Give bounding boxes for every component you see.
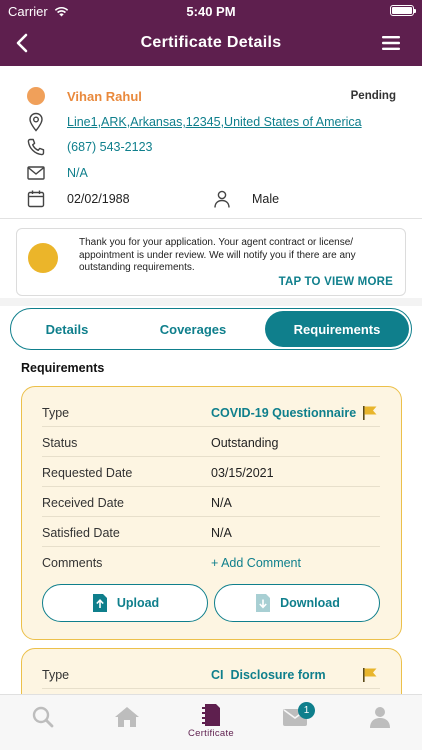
bottom-tab-bar: Certificate 1	[0, 694, 422, 750]
location-pin-icon	[29, 112, 43, 132]
row-value: 03/15/2021	[211, 466, 274, 480]
requirement-row-satisfied-date: Satisfied Date N/A	[42, 517, 380, 547]
profile-dob-row: 02/02/1988 Male	[0, 187, 422, 211]
tab-details[interactable]: Details	[13, 311, 121, 347]
requirement-row-comments: Comments + Add Comment	[42, 547, 380, 577]
flag-icon	[363, 406, 377, 420]
battery-icon	[390, 5, 416, 16]
home-icon	[115, 707, 139, 727]
bottom-nav-messages[interactable]: 1	[265, 702, 325, 745]
requirement-row-requested-date: Requested Date 03/15/2021	[42, 457, 380, 487]
row-value: Outstanding	[211, 436, 279, 450]
status-dot-icon	[26, 86, 46, 106]
page-title: Certificate Details	[140, 34, 282, 51]
upload-label: Upload	[116, 596, 160, 610]
row-label: Received Date	[42, 496, 124, 510]
date-of-birth: 02/02/1988	[67, 192, 130, 206]
row-label: Comments	[42, 556, 103, 570]
status-bar: Carrier 5:40 PM	[0, 0, 422, 22]
requirement-row-type: Type COVID-19 Questionnaire	[42, 397, 380, 427]
gender-value: Male	[252, 192, 280, 206]
clock: 5:40 PM	[186, 4, 236, 19]
row-value: COVID-19 Questionnaire	[211, 406, 357, 420]
row-label: Requested Date	[42, 466, 133, 480]
requirements-heading: Requirements	[21, 361, 105, 375]
bottom-nav-profile[interactable]	[350, 705, 410, 745]
download-icon	[256, 594, 271, 612]
row-value: CI Disclosure form	[211, 668, 326, 682]
view-more-link[interactable]: TAP TO VIEW MORE	[279, 276, 393, 288]
upload-icon	[92, 594, 107, 612]
row-label: Type	[42, 406, 70, 420]
notice-status-dot-icon	[28, 243, 58, 273]
bottom-nav-search[interactable]	[13, 705, 73, 745]
row-value: N/A	[211, 526, 232, 540]
download-button[interactable]: Download	[214, 584, 380, 622]
tab-bar: Details Coverages Requirements	[10, 308, 412, 350]
application-notice[interactable]: Thank you for your application. Your age…	[16, 228, 406, 296]
add-comment-link[interactable]: + Add Comment	[211, 556, 301, 570]
hamburger-menu-icon[interactable]	[382, 35, 400, 51]
requirement-card: Type COVID-19 Questionnaire Status Outst…	[21, 386, 402, 640]
flag-icon	[363, 668, 377, 682]
section-separator	[0, 298, 422, 306]
mail-icon	[27, 166, 45, 180]
upload-button[interactable]: Upload	[42, 584, 208, 622]
certificate-icon	[202, 704, 220, 726]
tab-coverages[interactable]: Coverages	[121, 311, 265, 347]
row-label: Satisfied Date	[42, 526, 120, 540]
bottom-nav-home[interactable]	[97, 705, 157, 745]
bottom-nav-certificate-label: Certificate	[187, 728, 235, 739]
requirement-row-received-date: Received Date N/A	[42, 487, 380, 517]
search-icon	[32, 706, 54, 728]
row-label: Status	[42, 436, 78, 450]
notice-text: Thank you for your application. Your age…	[79, 237, 356, 273]
email-link[interactable]: N/A	[67, 166, 88, 180]
app-header: Carrier 5:40 PM Certificate Details	[0, 0, 422, 66]
download-label: Download	[280, 596, 340, 610]
requirement-row-status: Status Outstanding	[42, 427, 380, 457]
tab-requirements[interactable]: Requirements	[265, 311, 409, 347]
requirement-row-type: Type CI Disclosure form	[42, 659, 380, 689]
calendar-icon	[27, 190, 45, 208]
notification-badge: 1	[298, 702, 315, 719]
profile-name: Vihan Rahul	[67, 88, 142, 104]
profile-email-row: N/A	[0, 161, 422, 185]
address-link[interactable]: Line1,ARK,Arkansas,12345,United States o…	[67, 115, 362, 129]
status-badge: Pending	[350, 90, 396, 102]
row-value: N/A	[211, 496, 232, 510]
profile-phone-row: (687) 543-2123	[0, 135, 422, 159]
person-icon	[214, 190, 230, 208]
bottom-nav-certificate[interactable]: Certificate	[181, 703, 241, 743]
row-label: Type	[42, 668, 70, 682]
profile-address-row: Line1,ARK,Arkansas,12345,United States o…	[0, 110, 422, 134]
phone-icon	[27, 138, 45, 156]
divider	[0, 218, 422, 219]
profile-name-row: Vihan Rahul Pending	[0, 84, 422, 108]
user-icon	[370, 707, 390, 728]
phone-link[interactable]: (687) 543-2123	[67, 140, 152, 154]
